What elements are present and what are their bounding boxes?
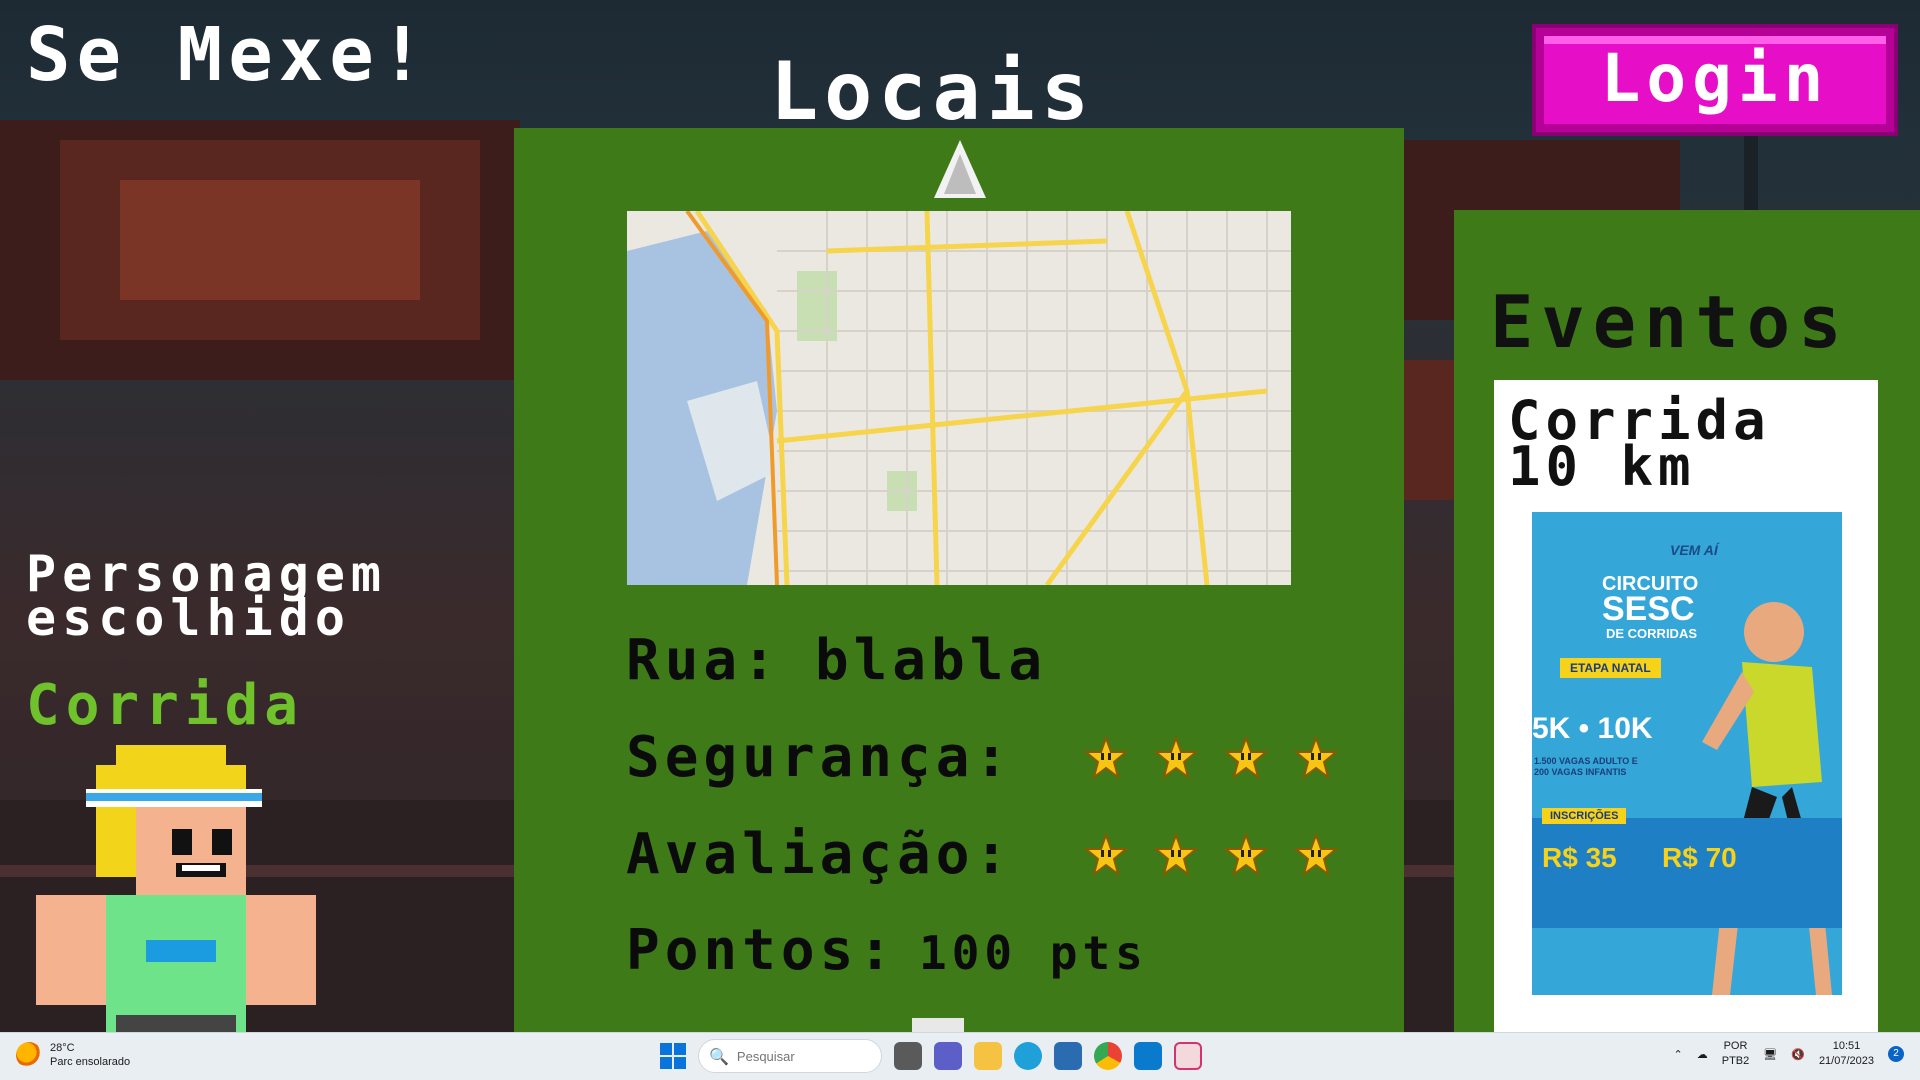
rating-star-icon[interactable] [1083, 832, 1129, 877]
scroll-down-arrow-icon[interactable] [912, 1018, 964, 1032]
volume-muted-icon[interactable]: 🔇 [1791, 1048, 1805, 1061]
location-map[interactable] [627, 211, 1291, 585]
file-explorer-icon[interactable] [974, 1042, 1002, 1070]
app-title: Se Mexe! [26, 12, 431, 98]
character-avatar[interactable] [26, 745, 326, 1032]
safety-star-icon [1223, 735, 1269, 780]
event-poster[interactable]: VEM AÍ CIRCUITO SESC DE CORRIDAS ETAPA N… [1532, 512, 1842, 995]
vscode-icon[interactable] [1134, 1042, 1162, 1070]
language-code: POR [1723, 1040, 1748, 1052]
rating-label: Avaliação: [626, 822, 1014, 887]
locais-panel: Rua: blabla Segurança: Avaliação: Pontos:… [514, 128, 1404, 1032]
points-value: 100 pts [919, 926, 1148, 980]
chrome-icon[interactable] [1094, 1042, 1122, 1070]
cloud-icon[interactable]: ☁ [1697, 1048, 1708, 1061]
event-name: Corrida 10 km [1508, 394, 1868, 498]
task-view-icon[interactable] [894, 1042, 922, 1070]
safety-label: Segurança: [626, 725, 1014, 790]
events-panel: Eventos Corrida 10 km VEM AÍ CIRCUITO SE… [1454, 210, 1920, 1032]
weather-temperature: 28°C [50, 1042, 75, 1054]
clock[interactable]: 10:51 21/07/2023 [1819, 1039, 1874, 1069]
poster-vagas: 1.500 VAGAS ADULTO E 200 VAGAS INFANTIS [1534, 756, 1638, 777]
scroll-up-arrow-icon[interactable] [934, 140, 986, 198]
chevron-up-icon[interactable]: ⌃ [1674, 1048, 1683, 1061]
safety-stars [1083, 735, 1339, 780]
teams-icon[interactable] [934, 1042, 962, 1070]
events-title: Eventos [1490, 280, 1850, 364]
character-heading: Personagem escolhido [26, 549, 387, 647]
character-heading-line2: escolhido [26, 589, 351, 647]
poster-price-1: R$ 35 [1542, 842, 1617, 873]
taskbar: 28°C Parc ensolarado 🔍 ⌃ ☁ POR PTB2 🖥 🔇 … [0, 1032, 1920, 1080]
rating-star-icon[interactable] [1223, 832, 1269, 877]
poster-inscricoes: INSCRIÇÕES [1542, 808, 1627, 824]
street-value: blabla [814, 628, 1048, 693]
safety-star-icon [1083, 735, 1129, 780]
character-name: Corrida [26, 673, 305, 738]
safety-star-icon [1293, 735, 1339, 780]
event-card[interactable]: Corrida 10 km VEM AÍ CIRCUITO SESC DE CO… [1494, 380, 1878, 1032]
search-icon: 🔍 [709, 1046, 729, 1066]
street-row: Rua: blabla [626, 631, 1047, 691]
rating-star-icon[interactable] [1153, 832, 1199, 877]
weather-sun-icon [16, 1042, 42, 1068]
points-row: Pontos: 100 pts [626, 921, 1148, 983]
poster-sesc: SESC [1602, 590, 1695, 628]
weather-description: Parc ensolarado [50, 1056, 131, 1068]
locais-title: Locais [770, 45, 1095, 138]
safety-star-icon [1153, 735, 1199, 780]
poster-distances: 5K • 10K [1532, 712, 1653, 745]
weather-widget[interactable]: 28°C Parc ensolarado [16, 1041, 130, 1069]
taskbar-search[interactable]: 🔍 [698, 1039, 882, 1073]
rating-star-icon[interactable] [1293, 832, 1339, 877]
search-input[interactable] [736, 1048, 857, 1064]
language-indicator[interactable]: POR PTB2 [1722, 1039, 1750, 1069]
snipping-tool-icon[interactable] [1174, 1042, 1202, 1070]
rating-stars[interactable] [1083, 832, 1339, 877]
login-button[interactable]: Login [1536, 28, 1894, 132]
points-label: Pontos: [626, 918, 898, 983]
poster-corridas: DE CORRIDAS [1606, 626, 1698, 641]
keyboard-layout: PTB2 [1721, 1055, 1750, 1067]
edge-icon[interactable] [1014, 1042, 1042, 1070]
poster-etapa: ETAPA NATAL [1560, 658, 1661, 678]
poster-vem: VEM AÍ [1670, 542, 1718, 558]
clock-date: 21/07/2023 [1818, 1055, 1874, 1067]
start-button[interactable] [660, 1043, 686, 1069]
runner-illustration [1702, 602, 1832, 995]
event-name-line2: 10 km [1508, 435, 1696, 498]
street-label: Rua: [626, 628, 781, 693]
notification-badge[interactable]: 2 [1888, 1046, 1904, 1062]
network-icon[interactable]: 🖥 [1763, 1048, 1777, 1061]
poster-price-2: R$ 70 [1662, 842, 1737, 873]
store-icon[interactable] [1054, 1042, 1082, 1070]
clock-time: 10:51 [1832, 1040, 1861, 1052]
